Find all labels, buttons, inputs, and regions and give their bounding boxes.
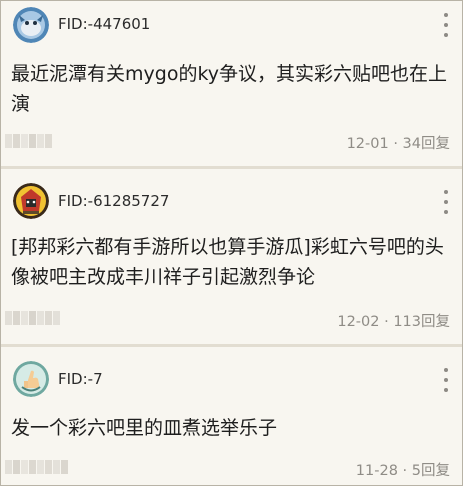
more-options-icon[interactable] (442, 190, 450, 214)
avatar[interactable] (13, 361, 49, 397)
thread-item-3[interactable]: FID:-7 发一个彩六吧里的皿煮选举乐子 11-28 · 5回复 (1, 347, 462, 485)
thread-item-2[interactable]: FID:-61285727 [邦邦彩六都有手游所以也算手游瓜]彩虹六号吧的头像被… (1, 169, 462, 344)
user-avatar-icon (13, 361, 49, 397)
post-date: 12-02 (337, 314, 380, 330)
more-options-icon[interactable] (442, 13, 450, 37)
username-obscured (5, 134, 52, 148)
user-fid[interactable]: FID:-7 (58, 370, 103, 388)
reply-count: 5回复 (411, 463, 450, 479)
username-obscured (5, 460, 68, 474)
thread-title[interactable]: 发一个彩六吧里的皿煮选举乐子 (11, 413, 451, 443)
user-fid[interactable]: FID:-447601 (58, 15, 150, 33)
meta-separator: · (402, 463, 408, 479)
user-avatar-icon (13, 7, 49, 43)
username-obscured (5, 311, 60, 325)
avatar[interactable] (13, 7, 49, 43)
reply-count: 34回复 (402, 136, 450, 152)
thread-title[interactable]: 最近泥潭有关mygo的ky争议，其实彩六贴吧也在上演 (11, 59, 451, 119)
thread-title[interactable]: [邦邦彩六都有手游所以也算手游瓜]彩虹六号吧的头像被吧主改成丰川祥子引起激烈争论 (11, 232, 451, 292)
thread-meta: 12-02 · 113回复 (337, 310, 450, 331)
thread-meta: 12-01 · 34回复 (347, 132, 450, 153)
post-date: 11-28 (355, 463, 398, 479)
more-options-icon[interactable] (442, 368, 450, 392)
thread-meta: 11-28 · 5回复 (356, 459, 450, 480)
thread-item-1[interactable]: FID:-447601 最近泥潭有关mygo的ky争议，其实彩六贴吧也在上演 1… (1, 1, 462, 166)
post-date: 12-01 (346, 136, 389, 152)
meta-separator: · (384, 314, 389, 330)
avatar[interactable] (13, 183, 49, 219)
reply-count: 113回复 (393, 314, 450, 330)
user-avatar-icon (13, 183, 49, 219)
thread-list: FID:-447601 最近泥潭有关mygo的ky争议，其实彩六贴吧也在上演 1… (0, 0, 463, 486)
meta-separator: · (393, 136, 398, 152)
user-fid[interactable]: FID:-61285727 (58, 192, 169, 210)
